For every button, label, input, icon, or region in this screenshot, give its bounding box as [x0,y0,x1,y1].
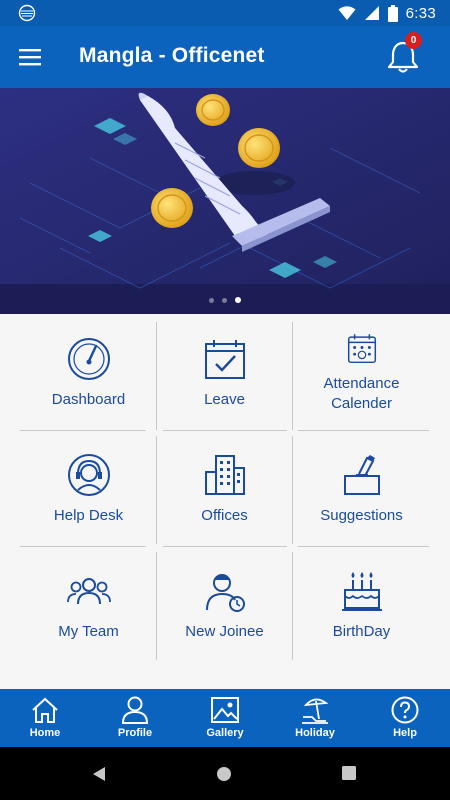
banner-carousel[interactable] [0,88,450,314]
calendar-check-icon [204,340,245,379]
tile-birthday[interactable]: BirthDay [294,546,429,656]
tile-dashboard[interactable]: Dashboard [21,314,156,424]
tile-label: Attendance Calender [323,375,400,412]
nav-label: Holiday [295,727,335,739]
attendance-calendar-icon [347,334,376,364]
tile-help-desk[interactable]: Help Desk [21,430,156,540]
recents-icon[interactable] [342,766,356,780]
system-navigation-bar [0,747,450,800]
suggestion-box-icon [343,455,380,495]
carousel-indicator[interactable] [0,292,450,308]
nav-label: Home [29,727,61,739]
tile-label: Suggestions [320,507,403,524]
gallery-icon [211,697,239,723]
nav-profile[interactable]: Profile [90,689,180,747]
tile-suggestions[interactable]: Suggestions [294,430,429,540]
profile-icon [121,696,149,724]
nav-holiday[interactable]: Holiday [270,689,360,747]
new-joinee-icon [205,574,245,612]
wifi-icon [338,6,356,20]
status-bar: 6:33 [0,0,450,26]
nav-home[interactable]: Home [0,689,90,747]
menu-grid: Dashboard Leave Attendance Calender Help… [0,314,450,689]
carousel-dot-active[interactable] [235,297,241,303]
signal-icon [364,6,379,20]
banner-illustration [0,88,450,314]
notification-badge: 0 [405,32,422,49]
help-icon [391,696,419,724]
team-icon [66,578,111,605]
nav-label: Profile [117,727,153,739]
tile-label: New Joinee [185,623,264,640]
tile-label: Offices [201,507,248,524]
nav-label: Help [393,727,417,739]
divider [292,552,293,660]
tile-label: Leave [204,391,245,408]
birthday-cake-icon [341,572,382,611]
holiday-icon [302,698,329,724]
tile-label: Help Desk [53,507,124,524]
tile-label: Dashboard [51,391,126,408]
tile-attendance-calender[interactable]: Attendance Calender [294,314,429,424]
carousel-dot[interactable] [222,297,227,303]
home-icon [32,697,58,723]
home-circle-icon[interactable] [216,766,232,782]
battery-icon [387,4,398,22]
divider [292,436,293,544]
app-bar: Mangla - Officenet 0 [0,26,450,88]
notification-icon [18,4,36,22]
status-time: 6:33 [405,4,436,22]
nav-label: Gallery [206,727,244,739]
speedometer-icon [67,338,110,380]
tile-leave[interactable]: Leave [157,314,292,424]
nav-help[interactable]: Help [360,689,450,747]
tile-new-joinee[interactable]: New Joinee [157,546,292,656]
divider [292,322,293,430]
hamburger-menu-icon[interactable] [18,45,42,69]
bottom-navigation: Home Profile Gallery Holiday Help [0,689,450,747]
tile-my-team[interactable]: My Team [21,546,156,656]
office-buildings-icon [204,455,245,495]
tile-label: My Team [58,623,119,640]
nav-gallery[interactable]: Gallery [180,689,270,747]
headset-support-icon [67,454,110,496]
tile-label: BirthDay [332,623,391,640]
tile-offices[interactable]: Offices [157,430,292,540]
page-title: Mangla - Officenet [79,44,265,67]
carousel-dot[interactable] [209,297,214,303]
back-icon[interactable] [92,766,106,782]
